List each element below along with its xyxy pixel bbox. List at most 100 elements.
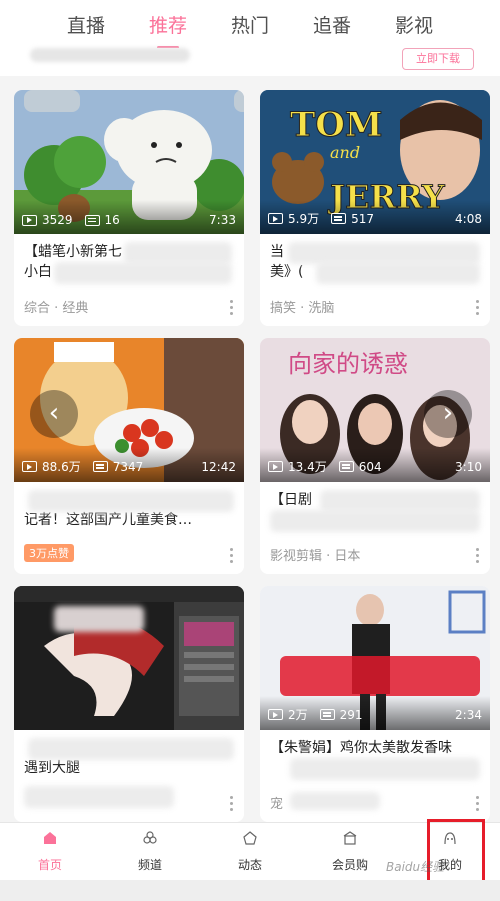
download-button[interactable]: 立即下载	[402, 48, 474, 70]
home-icon	[44, 832, 56, 844]
video-duration: 2:34	[455, 707, 482, 722]
video-duration: 4:08	[455, 211, 482, 226]
nav-feed-label: 动态	[237, 858, 262, 872]
blurred-text	[28, 738, 234, 760]
channel-icon	[143, 831, 157, 844]
watermark: Baidu经验	[386, 860, 445, 874]
more-options-icon[interactable]	[230, 548, 234, 564]
likes-badge: 3万点赞	[24, 544, 74, 562]
danmaku-count: 16	[84, 213, 120, 227]
nav-channel[interactable]: 频道	[100, 823, 200, 880]
video-card[interactable]: 3529 16 7:33 【蜡笔小新第七 小白 综合 · 经典	[14, 90, 244, 326]
blurred-text	[28, 490, 234, 512]
view-count-value: 2万	[288, 708, 308, 722]
nav-shop[interactable]: 会员购	[300, 823, 400, 880]
danmaku-count-value: 517	[351, 211, 374, 226]
nav-shop-label: 会员购	[331, 858, 368, 872]
blurred-text	[320, 490, 480, 512]
blurred-text	[30, 48, 190, 62]
view-count: 2万	[268, 706, 308, 723]
danmaku-icon	[84, 214, 100, 226]
thumb-text-and: and	[330, 143, 360, 162]
blurred-text	[316, 262, 480, 284]
video-category: 宠	[270, 797, 284, 812]
carousel-prev-arrow[interactable]: ‹	[30, 390, 78, 438]
play-count-icon	[22, 461, 37, 472]
previous-card-strip: 立即下载	[0, 48, 500, 76]
danmaku-count-value: 7347	[112, 459, 144, 474]
thumb-text-drama: 向家的诱惑	[288, 350, 408, 378]
footer-strip	[0, 880, 500, 901]
danmaku-count-value: 604	[358, 459, 382, 474]
nav-home[interactable]: 首页	[0, 823, 100, 880]
more-options-icon[interactable]	[476, 796, 480, 812]
view-count: 13.4万	[268, 458, 327, 475]
video-card[interactable]: 2万 291 2:34 【朱警娟】鸡你太美散发香味 宠	[260, 586, 490, 822]
danmaku-count: 604	[338, 459, 382, 474]
video-stats: 3529 16 7:33	[22, 213, 236, 227]
more-options-icon[interactable]	[230, 300, 234, 316]
video-duration: 3:10	[455, 459, 482, 474]
play-count-icon	[268, 213, 283, 224]
video-card[interactable]: 88.6万 7347 12:42 记者！这部国产儿童美食… 3万点赞	[14, 338, 244, 574]
video-thumbnail[interactable]: TOM and JERRY 5.9万 517 4:08	[260, 90, 490, 234]
view-count-value: 88.6万	[42, 460, 81, 474]
video-thumbnail[interactable]: 3529 16 7:33	[14, 90, 244, 234]
video-category: 影视剪辑 · 日本	[270, 549, 361, 564]
view-count: 5.9万	[268, 210, 319, 227]
video-card[interactable]: TOM and JERRY 5.9万 517 4:08 当 美》( 搞笑 · 洗…	[260, 90, 490, 326]
view-count-value: 5.9万	[288, 212, 320, 226]
danmaku-icon	[331, 213, 347, 224]
video-duration: 7:33	[209, 213, 236, 227]
danmaku-count-value: 16	[104, 213, 120, 227]
play-count-icon	[268, 709, 283, 720]
danmaku-icon	[319, 709, 335, 720]
annotation-highlight-box	[427, 819, 485, 887]
carousel-next-arrow[interactable]: ›	[424, 390, 472, 438]
danmaku-count: 517	[331, 212, 374, 226]
video-category: 搞笑 · 洗脑	[270, 301, 335, 316]
more-options-icon[interactable]	[230, 796, 234, 812]
more-options-icon[interactable]	[476, 548, 480, 564]
video-title-line2: 记者！这部国产儿童美食…	[24, 512, 192, 528]
blurred-text	[24, 786, 174, 808]
video-stats: 13.4万 604 3:10	[268, 458, 482, 475]
shop-icon	[343, 831, 357, 845]
danmaku-count-value: 291	[339, 707, 363, 722]
blurred-text	[288, 242, 480, 264]
danmaku-icon	[338, 461, 354, 472]
video-card[interactable]: 遇到大腿	[14, 586, 244, 822]
video-thumbnail[interactable]: 2万 291 2:34	[260, 586, 490, 730]
blurred-region	[54, 606, 144, 632]
tab-movies[interactable]: 影视	[395, 7, 433, 42]
view-count: 88.6万	[22, 458, 81, 475]
nav-channel-label: 频道	[137, 858, 162, 872]
video-thumbnail[interactable]	[14, 586, 244, 730]
nav-home-label: 首页	[37, 858, 62, 872]
danmaku-count: 291	[319, 707, 363, 722]
view-count: 3529	[22, 213, 73, 227]
danmaku-count: 7347	[92, 459, 144, 474]
video-stats: 88.6万 7347 12:42	[22, 458, 236, 475]
blurred-text	[124, 242, 232, 264]
video-stats: 2万 291 2:34	[268, 706, 482, 723]
video-title-line1: 【朱警娟】鸡你太美散发香味	[270, 740, 452, 756]
more-options-icon[interactable]	[476, 300, 480, 316]
tab-live[interactable]: 直播	[67, 7, 105, 42]
tab-hot[interactable]: 热门	[231, 7, 269, 42]
tab-anime[interactable]: 追番	[313, 7, 351, 42]
thumb-text-tom: TOM	[290, 105, 383, 145]
video-category: 综合 · 经典	[24, 301, 89, 316]
feed-icon	[243, 831, 257, 845]
play-count-icon	[22, 214, 37, 226]
play-count-icon	[268, 461, 283, 472]
video-duration: 12:42	[201, 459, 236, 474]
video-title-line2: 遇到大腿	[24, 760, 80, 776]
nav-feed[interactable]: 动态	[200, 823, 300, 880]
tab-recommend[interactable]: 推荐	[149, 7, 187, 49]
blurred-text	[290, 792, 380, 810]
video-card[interactable]: 向家的诱惑 13.4万 604 3:10 【日剧 影视剪辑 · 日本	[260, 338, 490, 574]
blurred-text	[270, 510, 480, 532]
view-count-value: 3529	[42, 213, 73, 227]
blurred-text	[54, 262, 232, 284]
